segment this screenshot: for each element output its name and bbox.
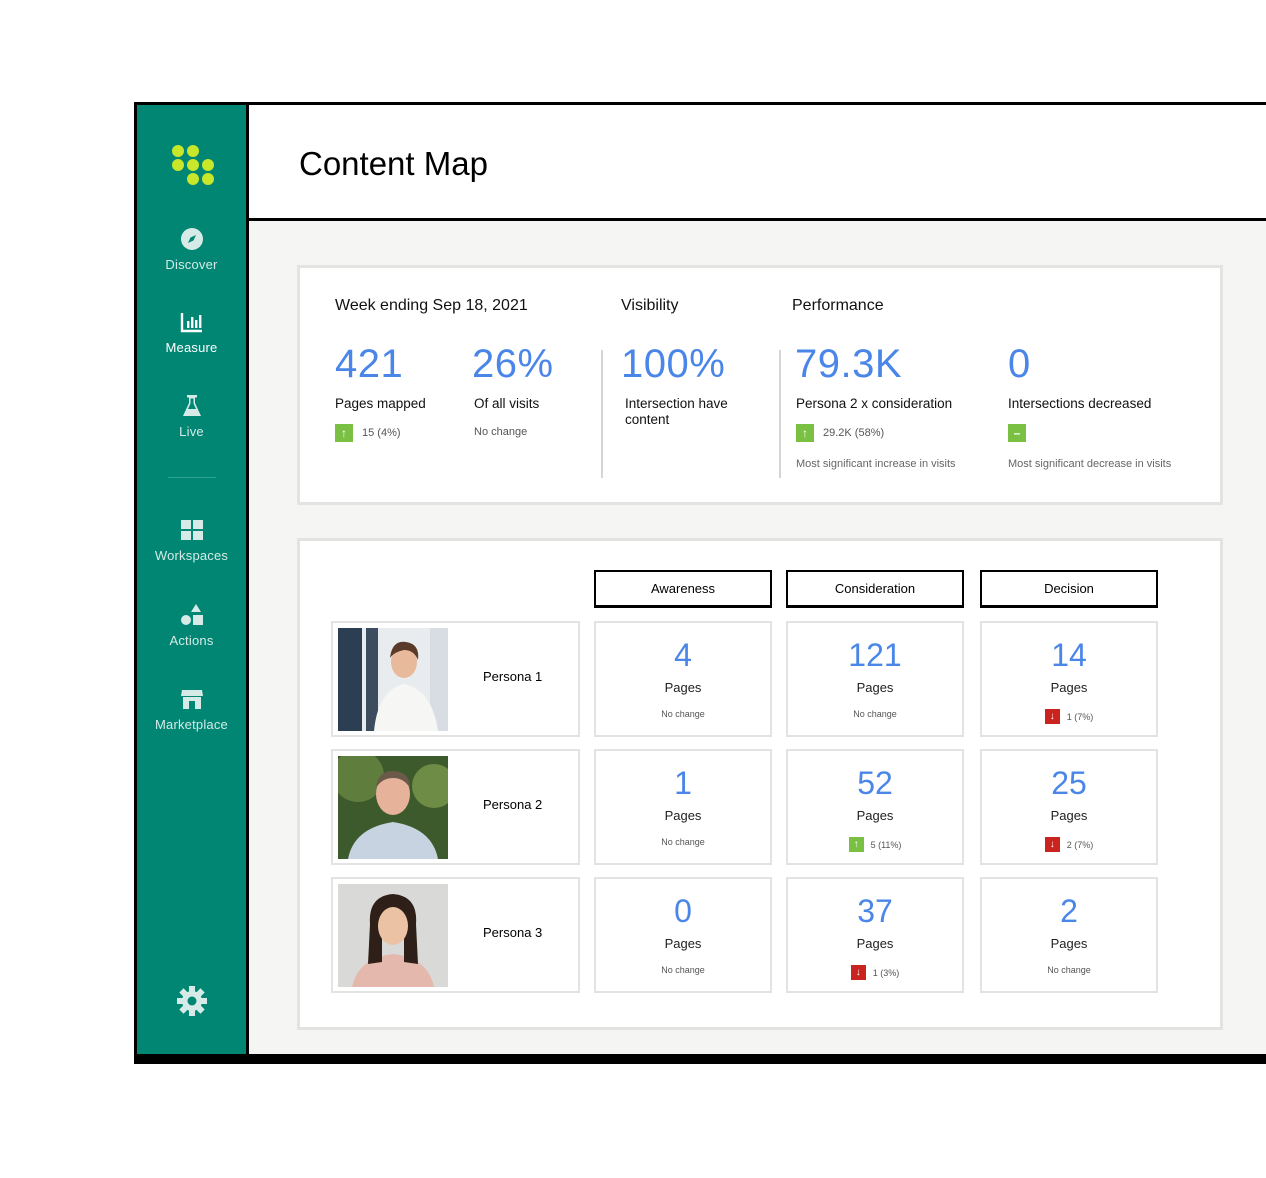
column-header-awareness[interactable]: Awareness [594, 570, 772, 608]
persona-matrix: Awareness Consideration Decision Persona… [297, 538, 1223, 1030]
persona-photo [338, 756, 448, 859]
sidebar: Discover Measure Live Workspaces Actions… [137, 105, 249, 1054]
matrix-cell[interactable]: 25 Pages ↓ 2 (7%) [980, 749, 1158, 865]
shapes-icon [180, 604, 203, 625]
matrix-cell[interactable]: 121 Pages No change [786, 621, 964, 737]
persona-card[interactable]: Persona 3 [331, 877, 580, 993]
grid-icon [180, 520, 203, 540]
visits-value: 26% [472, 342, 554, 386]
visibility-value: 100% [621, 342, 726, 386]
decreased-change: – [1008, 424, 1035, 442]
matrix-cell[interactable]: 37 Pages ↓ 1 (3%) [786, 877, 964, 993]
sidebar-item-workspaces[interactable]: Workspaces [137, 518, 246, 563]
matrix-cell[interactable]: 1 Pages No change [594, 749, 772, 865]
persona-name: Persona 2 [483, 797, 543, 812]
divider [779, 350, 781, 478]
sidebar-divider [168, 477, 216, 478]
visibility-heading: Visibility [621, 297, 679, 314]
performance-heading: Performance [792, 297, 884, 314]
compass-icon [180, 228, 203, 250]
persona-card[interactable]: Persona 1 [331, 621, 580, 737]
decreased-label: Intersections decreased [1008, 396, 1152, 411]
decreased-value: 0 [1008, 342, 1031, 386]
sidebar-item-discover[interactable]: Discover [137, 227, 246, 272]
column-header-decision[interactable]: Decision [980, 570, 1158, 608]
visits-label: Of all visits [474, 396, 540, 411]
pages-mapped-change: ↑ 15 (4%) [335, 424, 401, 442]
sidebar-item-label: Measure [165, 340, 218, 355]
persona-photo [338, 884, 448, 987]
sidebar-item-label: Live [179, 424, 204, 439]
arrow-up-icon: ↑ [848, 837, 864, 852]
sidebar-item-label: Workspaces [154, 548, 229, 563]
page-header: Content Map [249, 105, 1266, 221]
gear-icon[interactable] [176, 985, 208, 1017]
arrow-up-icon: ↑ [335, 424, 353, 442]
visibility-label: Intersection have content [625, 396, 728, 427]
matrix-cell[interactable]: 4 Pages No change [594, 621, 772, 737]
sidebar-item-marketplace[interactable]: Marketplace [137, 687, 246, 732]
summary-card: Week ending Sep 18, 2021 Visibility Perf… [297, 265, 1223, 505]
page-title: Content Map [299, 145, 488, 182]
persona-photo [338, 628, 448, 731]
flask-icon [182, 395, 201, 416]
week-heading: Week ending Sep 18, 2021 [335, 297, 528, 314]
sidebar-item-live[interactable]: Live [137, 394, 246, 439]
store-icon [180, 690, 203, 709]
sidebar-item-actions[interactable]: Actions [137, 603, 246, 648]
persona-name: Persona 3 [483, 925, 543, 940]
decreased-note: Most significant decrease in visits [1008, 458, 1172, 470]
persona-name: Persona 1 [483, 669, 543, 684]
arrow-up-icon: ↑ [796, 424, 814, 442]
sidebar-item-measure[interactable]: Measure [137, 310, 246, 355]
sidebar-item-label: Actions [169, 633, 214, 648]
matrix-cell[interactable]: 2 Pages No change [980, 877, 1158, 993]
pages-mapped-label: Pages mapped [335, 396, 426, 411]
visits-change: No change [474, 426, 528, 438]
sidebar-item-label: Marketplace [154, 717, 228, 732]
column-header-consideration[interactable]: Consideration [786, 570, 964, 608]
matrix-cell[interactable]: 0 Pages No change [594, 877, 772, 993]
matrix-cell[interactable]: 14 Pages ↓ 1 (7%) [980, 621, 1158, 737]
app-window: Discover Measure Live Workspaces Actions… [134, 102, 1266, 1064]
top-increase-label: Persona 2 x consideration [796, 396, 953, 411]
arrow-down-icon: ↓ [1044, 709, 1060, 724]
top-increase-note: Most significant increase in visits [796, 458, 956, 470]
bar-chart-icon [180, 313, 202, 333]
dash-icon: – [1008, 424, 1026, 442]
logo-icon[interactable] [172, 145, 214, 185]
arrow-down-icon: ↓ [850, 965, 866, 980]
divider [601, 350, 603, 478]
arrow-down-icon: ↓ [1044, 837, 1060, 852]
top-increase-value: 79.3K [795, 342, 903, 386]
persona-card[interactable]: Persona 2 [331, 749, 580, 865]
matrix-cell[interactable]: 52 Pages ↑ 5 (11%) [786, 749, 964, 865]
sidebar-item-label: Discover [165, 257, 218, 272]
top-increase-change: ↑ 29.2K (58%) [796, 424, 884, 442]
pages-mapped-value: 421 [335, 342, 404, 386]
